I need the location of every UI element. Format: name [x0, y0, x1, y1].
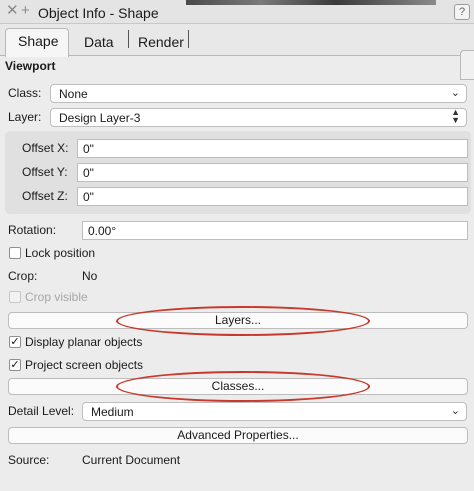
tab-bar: Shape Data Render: [0, 24, 474, 80]
section-title: Viewport: [5, 59, 56, 73]
layer-label: Layer:: [8, 110, 42, 124]
display-planar-checkbox[interactable]: ✓: [9, 336, 21, 348]
detail-level-label: Detail Level:: [8, 404, 75, 418]
rotation-label: Rotation:: [8, 223, 57, 237]
advanced-properties-button[interactable]: Advanced Properties...: [8, 427, 468, 444]
background-photo-strip: [186, 0, 436, 5]
project-screen-checkbox[interactable]: ✓: [9, 359, 21, 371]
offset-z-field[interactable]: 0": [77, 187, 468, 206]
crop-visible-label: Crop visible: [25, 290, 88, 304]
tab-data[interactable]: Data: [72, 30, 126, 56]
tab-shape[interactable]: Shape: [5, 28, 69, 57]
lock-position-checkbox[interactable]: [9, 247, 21, 259]
source-label: Source:: [8, 453, 50, 467]
window-title: Object Info - Shape: [38, 5, 159, 21]
layers-button[interactable]: Layers...: [8, 312, 468, 329]
tab-separator: [188, 30, 189, 48]
offset-z-label: Offset Z:: [22, 189, 68, 203]
detail-level-select[interactable]: Medium ⌄: [82, 402, 467, 421]
add-icon[interactable]: +: [21, 3, 30, 19]
layers-button-label: Layers...: [214, 313, 262, 327]
rotation-field[interactable]: 0.00°: [82, 221, 468, 240]
offset-x-label: Offset X:: [22, 141, 69, 155]
lock-position-label[interactable]: Lock position: [25, 246, 95, 260]
layer-select-value: Design Layer-3: [59, 111, 141, 125]
classes-button[interactable]: Classes...: [8, 378, 468, 395]
class-select[interactable]: None ⌄: [50, 84, 467, 103]
class-label: Class:: [8, 86, 42, 100]
up-down-arrows-icon: ▲ ▼: [451, 107, 460, 125]
crop-value: No: [82, 269, 98, 283]
display-planar-label[interactable]: Display planar objects: [25, 335, 142, 349]
offset-y-field[interactable]: 0": [77, 163, 468, 182]
side-tab-stub: [460, 50, 474, 80]
classes-button-label: Classes...: [211, 379, 265, 393]
detail-level-value: Medium: [91, 405, 134, 419]
offset-x-field[interactable]: 0": [77, 139, 468, 158]
title-bar: ✕ + Object Info - Shape ?: [0, 0, 474, 24]
help-button[interactable]: ?: [454, 4, 470, 20]
chevron-down-icon: ⌄: [450, 87, 460, 99]
crop-label: Crop:: [8, 269, 38, 283]
chevron-down-icon: ⌄: [450, 405, 460, 417]
class-select-value: None: [59, 87, 88, 101]
layer-select[interactable]: Design Layer-3 ▲ ▼: [50, 108, 467, 127]
tab-render[interactable]: Render: [126, 30, 196, 56]
source-value: Current Document: [82, 453, 181, 467]
project-screen-label[interactable]: Project screen objects: [25, 358, 143, 372]
crop-visible-checkbox: [9, 291, 21, 303]
close-icon[interactable]: ✕: [6, 3, 19, 19]
tab-separator: [128, 30, 129, 48]
offset-y-label: Offset Y:: [22, 165, 68, 179]
advanced-properties-label: Advanced Properties...: [177, 428, 299, 442]
